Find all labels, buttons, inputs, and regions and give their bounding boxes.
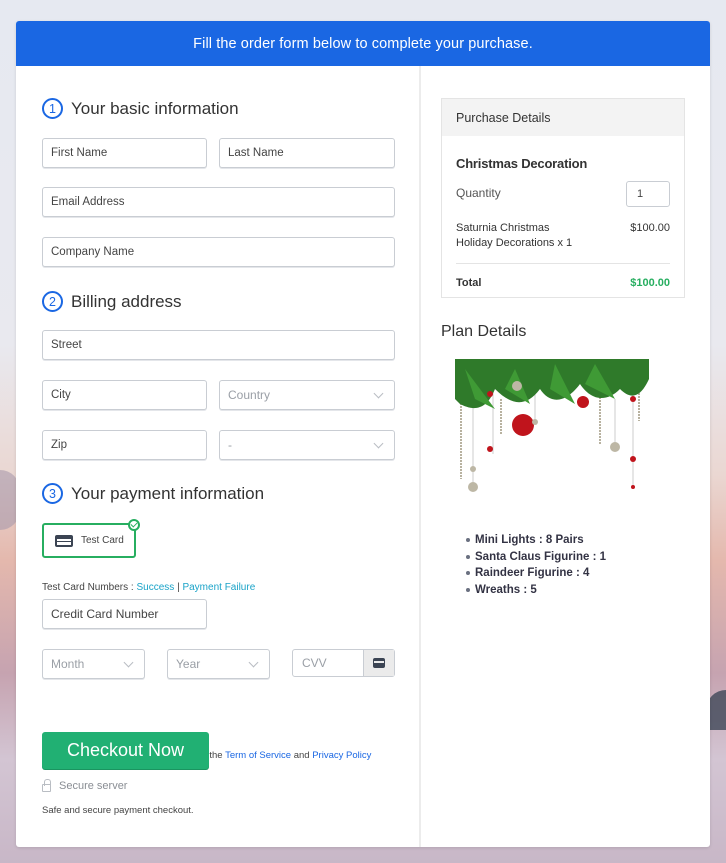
payment-failure-link[interactable]: Payment Failure — [182, 582, 255, 593]
credit-card-number-input[interactable]: Credit Card Number — [42, 599, 207, 629]
summary-column: Purchase Details Christmas Decoration Qu… — [421, 66, 710, 847]
form-banner: Fill the order form below to complete yo… — [16, 21, 710, 66]
company-input[interactable]: Company Name — [42, 237, 395, 267]
plan-item: Santa Claus Figurine : 1 — [466, 549, 685, 566]
checkout-now-button[interactable]: Checkout Now — [42, 732, 209, 769]
christmas-decoration-image — [455, 359, 649, 499]
plan-details-title: Plan Details — [441, 323, 527, 340]
product-name: Christmas Decoration — [456, 156, 588, 171]
first-name-input[interactable]: First Name — [42, 138, 207, 168]
credit-card-icon — [373, 658, 385, 668]
pine-branches — [455, 359, 649, 409]
secure-server-label: Secure server — [59, 780, 128, 792]
lock-icon — [42, 779, 51, 792]
chevron-down-icon — [248, 657, 259, 667]
expiry-year-select[interactable]: Year — [167, 649, 270, 679]
zip-input[interactable]: Zip — [42, 430, 207, 460]
purchase-details-header: Purchase Details — [442, 99, 684, 136]
payment-method-label: Test Card — [81, 535, 124, 546]
credit-card-icon — [55, 534, 73, 547]
link-separator: | — [177, 582, 180, 593]
line-item: Saturnia Christmas Holiday Decorations x… — [456, 221, 670, 251]
safe-checkout-text: Safe and secure payment checkout. — [42, 805, 194, 816]
cvv-input[interactable]: CVV — [292, 649, 395, 677]
city-input[interactable]: City — [42, 380, 207, 410]
email-input[interactable]: Email Address — [42, 187, 395, 217]
section-title-text: Billing address — [71, 291, 182, 311]
total-label: Total — [456, 277, 482, 289]
success-link[interactable]: Success — [136, 582, 174, 593]
country-select[interactable]: Country — [219, 380, 395, 410]
chevron-down-icon — [123, 657, 134, 667]
street-input[interactable]: Street — [42, 330, 395, 360]
plan-items-list: Mini Lights : 8 Pairs Santa Claus Figuri… — [466, 532, 685, 598]
step-number-2: 2 — [42, 291, 63, 312]
step-number-1: 1 — [42, 98, 63, 119]
test-card-numbers: Test Card Numbers : Success | Payment Fa… — [42, 582, 255, 593]
order-form-column: 1 Your basic information First Name Last… — [16, 66, 421, 847]
terms-of-service-link[interactable]: Term of Service — [225, 750, 291, 761]
line-item-price: $100.00 — [630, 222, 670, 234]
privacy-policy-link[interactable]: Privacy Policy — [312, 750, 371, 761]
line-item-name-2: Holiday Decorations x 1 — [456, 237, 573, 249]
cvv-placeholder: CVV — [302, 656, 327, 670]
section-payment-title: 3 Your payment information — [42, 483, 264, 504]
section-basic-info-title: 1 Your basic information — [42, 98, 239, 119]
section-title-text: Your basic information — [71, 98, 239, 118]
step-number-3: 3 — [42, 483, 63, 504]
year-select-value: Year — [176, 657, 201, 671]
order-form-card: Fill the order form below to complete yo… — [16, 21, 710, 847]
quantity-input[interactable]: 1 — [626, 181, 670, 207]
expiry-month-select[interactable]: Month — [42, 649, 145, 679]
agreement-and: and — [293, 750, 310, 761]
plan-item: Wreaths : 5 — [466, 582, 685, 599]
secure-server-note: Secure server — [42, 779, 128, 792]
chevron-down-icon — [373, 438, 384, 448]
line-item-name-1: Saturnia Christmas — [456, 222, 550, 234]
test-card-numbers-label: Test Card Numbers : — [42, 582, 134, 593]
cvv-card-icon-box — [363, 650, 394, 676]
country-select-value: Country — [228, 388, 271, 402]
section-title-text: Your payment information — [71, 483, 265, 503]
month-select-value: Month — [51, 657, 85, 671]
state-select-value: - — [228, 438, 232, 452]
last-name-input[interactable]: Last Name — [219, 138, 395, 168]
payment-method-test-card[interactable]: Test Card — [42, 519, 140, 558]
chevron-down-icon — [373, 388, 384, 398]
purchase-details-box: Purchase Details Christmas Decoration Qu… — [441, 98, 685, 298]
selected-check-icon — [128, 519, 140, 531]
state-select[interactable]: - — [219, 430, 395, 460]
section-billing-title: 2 Billing address — [42, 291, 182, 312]
total-value: $100.00 — [630, 277, 670, 289]
plan-item: Raindeer Figurine : 4 — [466, 565, 685, 582]
total-row: Total $100.00 — [456, 264, 670, 297]
plan-item: Mini Lights : 8 Pairs — [466, 532, 685, 549]
quantity-label: Quantity — [456, 186, 501, 200]
